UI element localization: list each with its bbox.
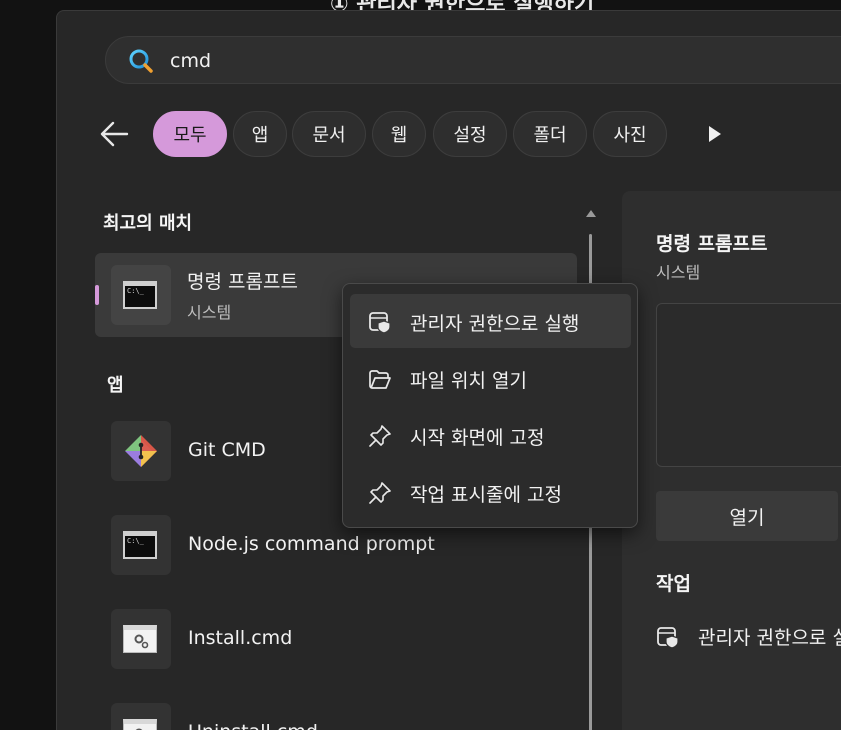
filter-chip-web[interactable]: 웹 bbox=[372, 111, 426, 157]
detail-subtitle: 시스템 bbox=[656, 263, 701, 282]
more-filters-icon[interactable] bbox=[705, 123, 725, 145]
menu-item-run-as-admin[interactable]: 관리자 권한으로 실행 bbox=[350, 294, 631, 348]
pin-icon bbox=[369, 425, 391, 447]
menu-item-label: 관리자 권한으로 실행 bbox=[410, 313, 580, 335]
run-as-admin-label: 관리자 권한으로 실행 bbox=[698, 627, 841, 649]
menu-item-pin-to-taskbar[interactable]: 작업 표시줄에 고정 bbox=[350, 465, 631, 519]
app-tile bbox=[111, 421, 171, 481]
app-title: Git CMD bbox=[188, 439, 266, 461]
best-match-heading: 최고의 매치 bbox=[103, 213, 193, 234]
script-gear-icon bbox=[123, 625, 157, 653]
menu-item-label: 작업 표시줄에 고정 bbox=[410, 484, 562, 506]
app-title: Node.js command prompt bbox=[188, 533, 435, 555]
menu-item-label: 시작 화면에 고정 bbox=[410, 427, 545, 449]
filter-chip-all[interactable]: 모두 bbox=[153, 111, 227, 157]
pin-icon bbox=[369, 482, 391, 504]
list-item-install-cmd[interactable]: Install.cmd bbox=[111, 609, 581, 671]
apps-heading: 앱 bbox=[107, 375, 124, 396]
console-icon: C:\_ bbox=[123, 281, 157, 309]
script-gear-icon bbox=[123, 719, 157, 730]
search-box[interactable] bbox=[105, 36, 841, 84]
menu-item-pin-to-start[interactable]: 시작 화면에 고정 bbox=[350, 408, 631, 462]
search-icon bbox=[129, 49, 153, 73]
actions-heading: 작업 bbox=[656, 573, 691, 595]
app-title: Install.cmd bbox=[188, 627, 293, 649]
run-as-admin-action[interactable]: 관리자 권한으로 실행 bbox=[656, 619, 841, 653]
back-arrow-icon[interactable] bbox=[97, 119, 131, 149]
folder-open-icon bbox=[369, 370, 391, 389]
app-title: Uninstall.cmd bbox=[188, 721, 318, 730]
console-icon: C:\_ bbox=[123, 531, 157, 559]
app-tile: C:\_ bbox=[111, 515, 171, 575]
menu-item-open-file-location[interactable]: 파일 위치 열기 bbox=[350, 351, 631, 405]
best-match-title: 명령 프롬프트 bbox=[187, 271, 298, 293]
selection-indicator bbox=[95, 285, 99, 305]
scroll-up-arrow-icon[interactable] bbox=[585, 207, 597, 219]
shield-window-icon bbox=[657, 627, 679, 649]
search-input[interactable] bbox=[170, 46, 770, 76]
detail-pane: 명령 프롬프트 시스템 열기 작업 관리자 권한으로 실행 bbox=[622, 191, 841, 730]
filter-chip-folders[interactable]: 폴더 bbox=[513, 111, 587, 157]
menu-item-label: 파일 위치 열기 bbox=[410, 370, 527, 392]
list-item-uninstall-cmd[interactable]: Uninstall.cmd bbox=[111, 703, 581, 730]
open-button[interactable]: 열기 bbox=[656, 491, 838, 541]
best-match-subtitle: 시스템 bbox=[187, 303, 232, 322]
git-icon bbox=[125, 435, 157, 467]
app-tile bbox=[111, 703, 171, 730]
filter-chip-apps[interactable]: 앱 bbox=[233, 111, 287, 157]
filter-chip-photos[interactable]: 사진 bbox=[593, 111, 667, 157]
app-tile bbox=[111, 609, 171, 669]
filter-chip-documents[interactable]: 문서 bbox=[292, 111, 366, 157]
filter-bar: 모두 앱 문서 웹 설정 폴더 사진 bbox=[57, 109, 841, 159]
filter-chip-settings[interactable]: 설정 bbox=[433, 111, 507, 157]
cmd-tile: C:\_ bbox=[111, 265, 171, 325]
shield-window-icon bbox=[369, 312, 391, 334]
detail-title: 명령 프롬프트 bbox=[656, 233, 768, 255]
context-menu: 관리자 권한으로 실행 파일 위치 열기 시작 화면에 고정 작업 표시줄에 고… bbox=[342, 283, 638, 528]
app-preview bbox=[656, 303, 841, 467]
